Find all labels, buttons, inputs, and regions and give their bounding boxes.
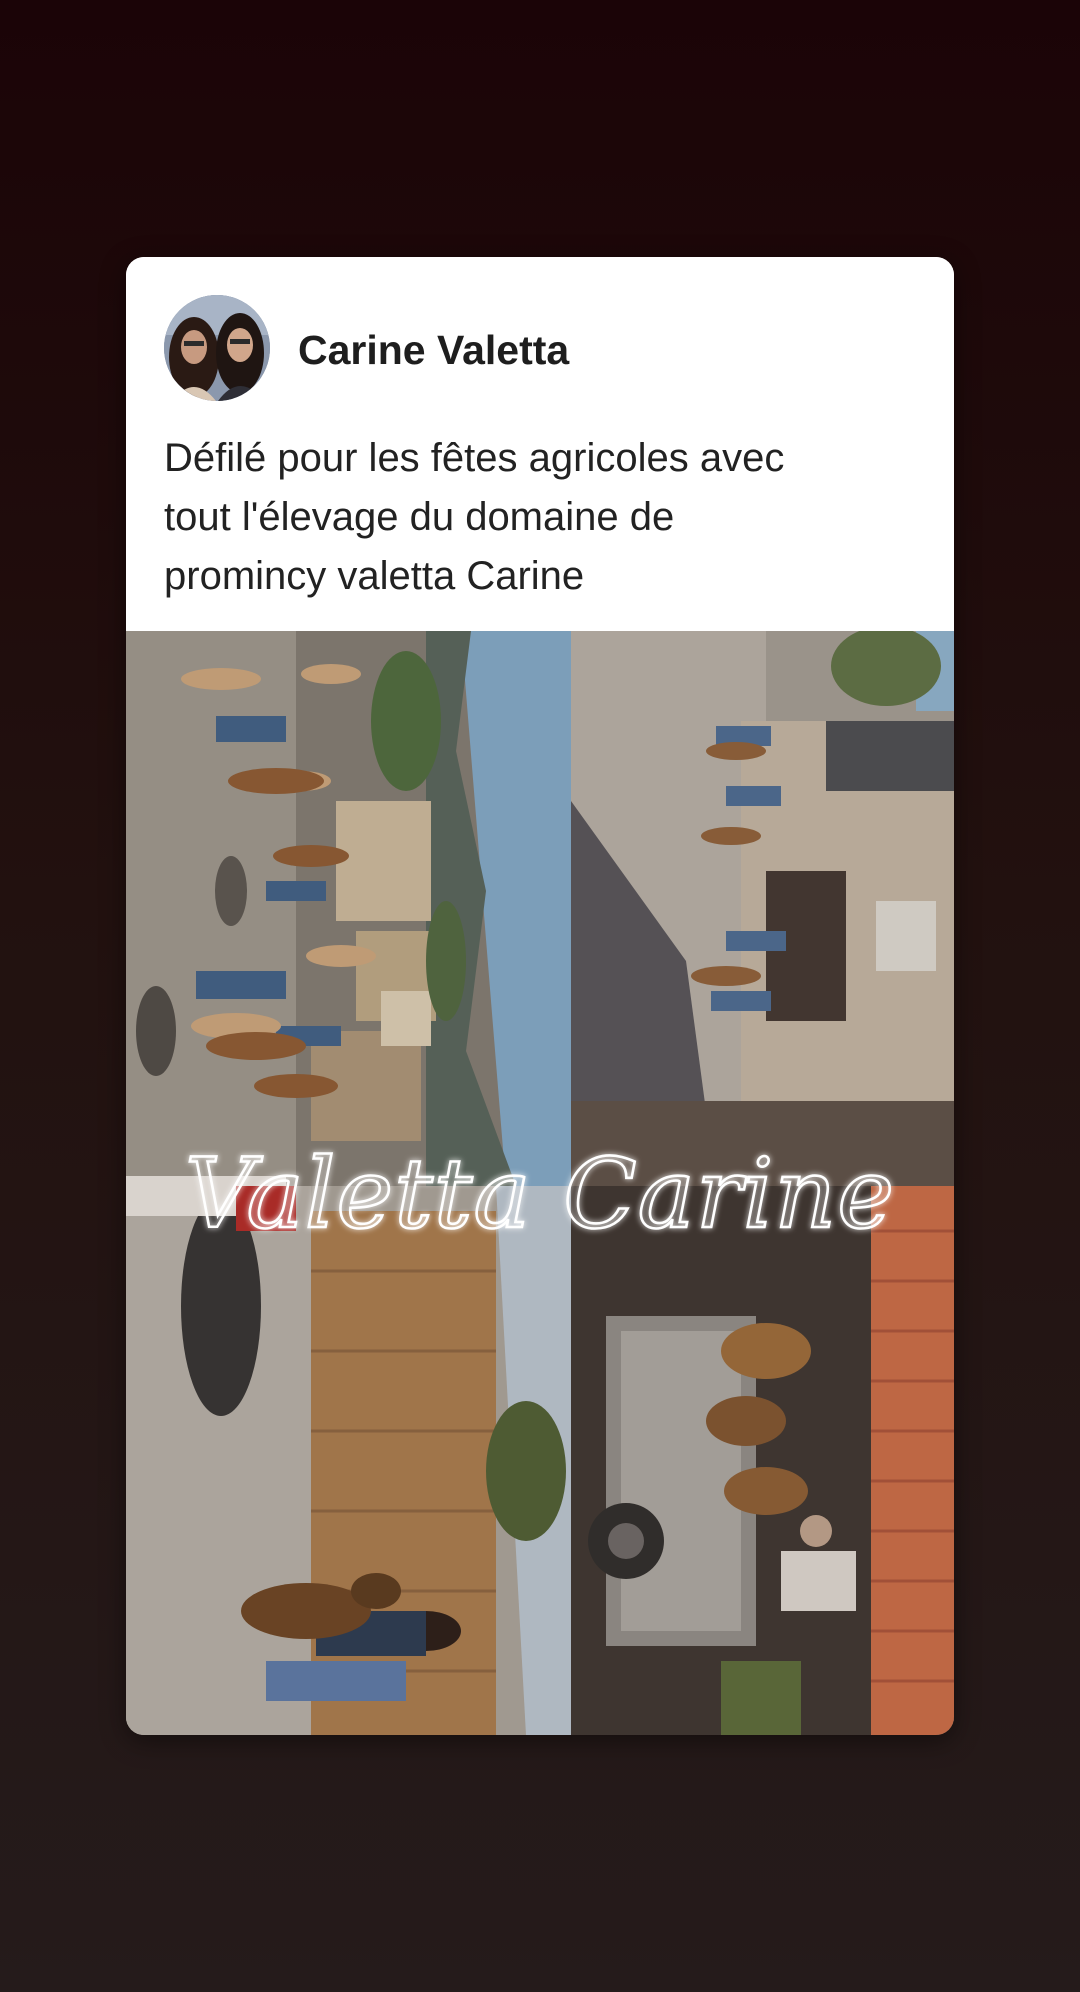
story-post-card[interactable]: Carine Valetta Défilé pour les fêtes agr… <box>126 257 954 1735</box>
svg-text:Valetta Carine: Valetta Carine <box>185 1145 895 1250</box>
post-caption: Défilé pour les fêtes agricoles avec tou… <box>164 436 785 598</box>
watermark-overlay: Valetta Carine <box>0 1137 1080 1260</box>
avatar-image <box>164 295 270 401</box>
author-avatar[interactable] <box>164 295 270 401</box>
author-name[interactable]: Carine Valetta <box>298 327 569 374</box>
post-header: Carine Valetta Défilé pour les fêtes agr… <box>126 257 954 631</box>
watermark-signature: Valetta Carine <box>184 1137 896 1252</box>
